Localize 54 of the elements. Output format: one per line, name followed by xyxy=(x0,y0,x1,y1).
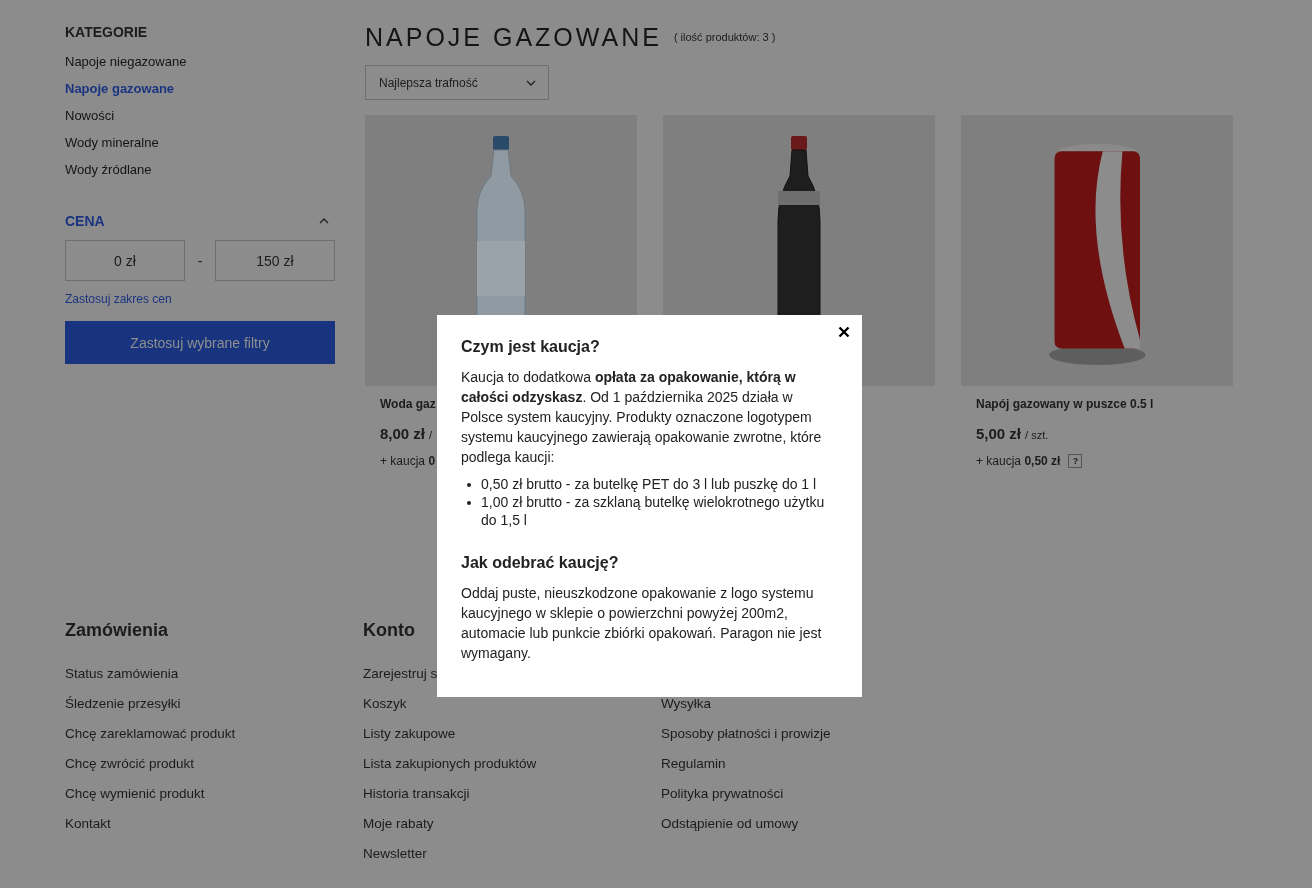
footer-link[interactable]: Sposoby płatności i prowizje xyxy=(661,725,831,742)
chevron-icon xyxy=(526,79,536,86)
product-price: 8,00 zł xyxy=(380,425,426,442)
max-price-field[interactable]: 150 zł xyxy=(215,240,335,281)
footer-link[interactable]: Odstąpienie od umowy xyxy=(661,815,799,832)
category-title: NAPOJE GAZOWANE xyxy=(365,24,662,50)
range-separator: - xyxy=(197,252,203,269)
footer-link[interactable]: Koszyk xyxy=(363,695,407,712)
footer-link[interactable]: Newsletter xyxy=(363,845,427,862)
footer-link[interactable]: Listy zakupowe xyxy=(363,725,456,742)
dialog-heading: Czym jest kaucja? xyxy=(461,337,601,357)
footer-heading: Zamówienia xyxy=(65,620,169,642)
dialog-paragraph: Kaucja to dodatkowa opłata za opakowanie, którą w całości odzyskasz. Od 1 października 2025 działa w Polsce system kaucyjny. Produkty oznaczone logotypem systemu kaucyjnego zawierają opakowanie zwrotne, które podlega kaucji: xyxy=(461,368,823,467)
footer-link[interactable]: Śledzenie przesyłki xyxy=(65,695,181,712)
list-item-text: 1,00 zł brutto - za szklaną butelkę wielokrotnego użytku do 1,5 l xyxy=(481,493,826,529)
price-heading: CENA xyxy=(65,213,105,229)
category-link[interactable]: Napoje gazowane xyxy=(65,81,175,96)
footer-link[interactable]: Chcę zwrócić produkt xyxy=(65,755,195,772)
category-link[interactable]: Nowości xyxy=(65,108,115,123)
sort-dropdown[interactable]: Najlepsza trafność xyxy=(365,65,549,100)
footer-link[interactable]: Wysyłka xyxy=(661,695,712,712)
footer-link[interactable]: Polityka prywatności xyxy=(661,785,784,802)
footer-link[interactable]: Kontakt xyxy=(65,815,111,832)
bullet-icon xyxy=(467,501,471,505)
chevron-icon[interactable] xyxy=(319,218,329,224)
deposit-text: + kaucja 0 xyxy=(380,454,436,468)
bullet-icon xyxy=(467,483,471,487)
category-link[interactable]: Wody źródlane xyxy=(65,162,152,177)
product-count: ( ilość produktów: 3 ) xyxy=(673,31,776,43)
deposit-text: + kaucja 0,50 zł xyxy=(976,454,1061,468)
footer-link[interactable]: Zarejestruj s xyxy=(363,665,438,682)
apply-price-link[interactable]: Zastosuj zakres cen xyxy=(65,292,172,306)
footer-link[interactable]: Lista zakupionych produktów xyxy=(363,755,537,772)
min-price-field[interactable]: 0 zł xyxy=(65,240,185,281)
categories-heading: KATEGORIE xyxy=(65,24,148,40)
price-unit: / szt. xyxy=(1025,429,1049,441)
apply-filters-button[interactable]: Zastosuj wybrane filtry xyxy=(65,321,335,364)
list-item-text: 0,50 zł brutto - za butelkę PET do 3 l lub puszkę do 1 l xyxy=(481,475,817,493)
footer-link[interactable]: Historia transakcji xyxy=(363,785,470,802)
close-icon[interactable] xyxy=(838,326,850,338)
footer-link[interactable]: Status zamówienia xyxy=(65,665,179,682)
product-price: 5,00 zł xyxy=(976,425,1022,442)
product-name[interactable]: Napój gazowany w puszce 0.5 l xyxy=(976,397,1233,411)
footer-link[interactable]: Chcę wymienić produkt xyxy=(65,785,205,802)
dialog-heading: Jak odebrać kaucję? xyxy=(461,553,620,573)
footer-link[interactable]: Moje rabaty xyxy=(363,815,434,832)
footer-heading: Konto xyxy=(363,620,415,642)
price-unit: / xyxy=(429,429,433,441)
footer-link[interactable]: Chcę zareklamować produkt xyxy=(65,725,236,742)
category-link[interactable]: Napoje niegazowane xyxy=(65,54,187,69)
footer-link[interactable]: Regulamin xyxy=(661,755,726,772)
help-button[interactable]: ? xyxy=(1068,454,1083,468)
dialog-paragraph: Oddaj puste, nieuszkodzone opakowanie z logo systemu kaucyjnego w sklepie o powierzchni powyżej 200m2, automacie lub punkcie zbiórki opakowań. Paragon nie jest wymagany. xyxy=(461,584,823,663)
category-link[interactable]: Wody mineralne xyxy=(65,135,159,150)
